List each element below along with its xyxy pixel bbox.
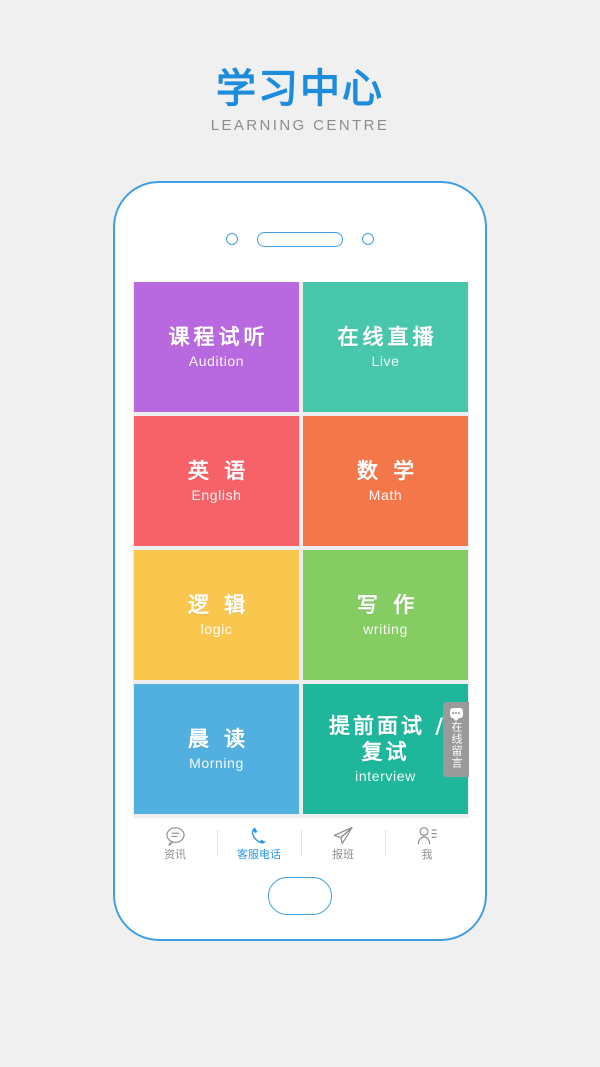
nav-item-enroll[interactable]: 报班 xyxy=(301,818,385,868)
nav-item-news[interactable]: 资讯 xyxy=(133,818,217,868)
online-message-tab[interactable]: 在线留言 xyxy=(443,702,469,777)
phone-icon xyxy=(249,826,269,846)
nav-label: 我 xyxy=(421,847,433,861)
nav-label: 报班 xyxy=(332,847,354,861)
tile-logic[interactable]: 逻 辑 logic xyxy=(134,550,299,680)
tile-english[interactable]: 英 语 English xyxy=(134,416,299,546)
tile-title-cn: 逻 辑 xyxy=(187,593,250,617)
tile-title-en: interview xyxy=(355,768,416,784)
tile-title-en: Math xyxy=(368,487,403,503)
tile-morning-reading[interactable]: 晨 读 Morning xyxy=(134,684,299,814)
nav-item-profile[interactable]: 我 xyxy=(385,818,469,868)
tile-title-en: English xyxy=(191,487,242,503)
tile-title-cn: 提前面试 / 复试 xyxy=(329,714,446,764)
nav-label: 资讯 xyxy=(164,847,186,861)
tile-title-cn: 晨 读 xyxy=(187,727,250,751)
tile-title-en: logic xyxy=(200,621,233,637)
speaker-grille xyxy=(257,231,343,247)
tile-title-cn: 在线直播 xyxy=(337,325,438,349)
tile-title-en: Live xyxy=(371,353,400,369)
tile-title-cn: 写 作 xyxy=(356,593,419,617)
page-subtitle: LEARNING CENTRE xyxy=(210,117,390,134)
tile-title-cn: 课程试听 xyxy=(168,325,269,349)
bottom-navigation: 资讯 客服电话 报班 我 xyxy=(133,818,469,868)
tile-writing[interactable]: 写 作 writing xyxy=(303,550,468,680)
phone-earpiece-area xyxy=(115,230,485,248)
tile-math[interactable]: 数 学 Math xyxy=(303,416,468,546)
paper-plane-icon xyxy=(332,826,354,846)
page-title: 学习中心 xyxy=(216,66,384,112)
tile-title-cn: 数 学 xyxy=(356,459,419,483)
message-bubble-icon xyxy=(449,708,463,721)
tile-title-cn: 英 语 xyxy=(187,459,250,483)
home-button[interactable] xyxy=(268,877,332,915)
tile-title-en: Audition xyxy=(188,353,245,369)
person-icon xyxy=(416,826,438,846)
camera-dot-icon xyxy=(362,233,374,245)
online-message-label: 在线留言 xyxy=(450,721,463,769)
tile-live[interactable]: 在线直播 Live xyxy=(303,282,468,412)
category-grid: 课程试听 Audition 在线直播 Live 英 语 English 数 学 … xyxy=(134,282,468,814)
tile-audition[interactable]: 课程试听 Audition xyxy=(134,282,299,412)
nav-item-service-phone[interactable]: 客服电话 xyxy=(217,818,301,868)
chat-bubble-icon xyxy=(165,826,186,846)
phone-mockup: 课程试听 Audition 在线直播 Live 英 语 English 数 学 … xyxy=(113,181,487,941)
phone-screen: 课程试听 Audition 在线直播 Live 英 语 English 数 学 … xyxy=(133,282,469,868)
sensor-dot-icon xyxy=(226,233,238,245)
tile-title-en: Morning xyxy=(189,755,244,771)
tile-title-en: writing xyxy=(363,621,408,637)
nav-label: 客服电话 xyxy=(237,847,281,861)
page-header: 学习中心 LEARNING CENTRE xyxy=(0,66,600,135)
